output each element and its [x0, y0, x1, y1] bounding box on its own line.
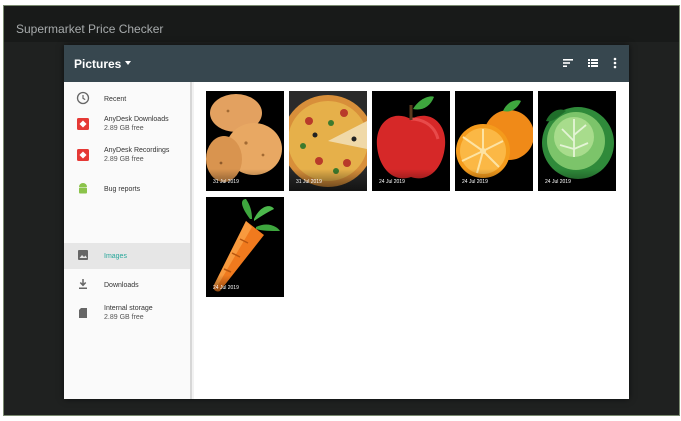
- free-space-text: 2.89 GB free: [104, 125, 144, 132]
- file-picker-dialog: Pictures Recent AnyDesk Downloads 2.89 GB: [64, 45, 629, 399]
- anydesk-icon: [77, 118, 89, 130]
- image-thumbnail-apple[interactable]: 24 Jul 2019: [372, 91, 450, 191]
- sidebar-item-label: Images: [104, 253, 127, 260]
- image-date: 24 Jul 2019: [379, 179, 405, 185]
- android-icon: [79, 183, 87, 194]
- chevron-down-icon[interactable]: [123, 58, 133, 68]
- sidebar-item-recent[interactable]: Recent: [64, 86, 190, 112]
- sidebar-item-bug-reports[interactable]: Bug reports: [64, 176, 190, 202]
- image-thumbnail-pizza[interactable]: 31 Jul 2019: [289, 91, 367, 191]
- app-title: Supermarket Price Checker: [16, 22, 164, 36]
- app-window: Supermarket Price Checker Pictures Recen…: [3, 5, 680, 416]
- sidebar-item-label: Internal storage 2.89 GB free: [104, 304, 153, 322]
- picker-toolbar: Pictures: [64, 45, 629, 82]
- sidebar-item-title: AnyDesk Recordings: [104, 147, 170, 154]
- folder-title[interactable]: Pictures: [74, 57, 121, 71]
- sidebar-item-internal-storage[interactable]: Internal storage 2.89 GB free: [64, 301, 190, 327]
- image-icon: [78, 250, 88, 260]
- sidebar-item-label: AnyDesk Recordings 2.89 GB free: [104, 146, 169, 164]
- image-date: 31 Jul 2019: [296, 179, 322, 185]
- free-space-text: 2.89 GB free: [104, 314, 144, 321]
- clock-icon: [76, 91, 90, 105]
- image-grid: 31 Jul 2019 31 Jul 2019 24 Jul 2019 24 J…: [194, 82, 629, 399]
- image-date: 31 Jul 2019: [213, 179, 239, 185]
- sidebar-item-title: Internal storage: [104, 305, 153, 312]
- image-thumbnail-cabbage[interactable]: 24 Jul 2019: [538, 91, 616, 191]
- sd-card-icon: [79, 308, 87, 318]
- sidebar-item-images[interactable]: Images: [64, 243, 190, 269]
- roots-sidebar: Recent AnyDesk Downloads 2.89 GB free Any…: [64, 82, 192, 399]
- sidebar-item-anydesk-downloads[interactable]: AnyDesk Downloads 2.89 GB free: [64, 112, 190, 138]
- image-date: 24 Jul 2019: [545, 179, 571, 185]
- image-date: 24 Jul 2019: [213, 285, 239, 291]
- sidebar-item-label: AnyDesk Downloads 2.89 GB free: [104, 115, 169, 133]
- free-space-text: 2.89 GB free: [104, 156, 144, 163]
- sidebar-item-title: AnyDesk Downloads: [104, 116, 169, 123]
- anydesk-icon: [77, 149, 89, 161]
- image-thumbnail-carrot[interactable]: 24 Jul 2019: [206, 197, 284, 297]
- image-thumbnail-orange[interactable]: 24 Jul 2019: [455, 91, 533, 191]
- list-view-icon[interactable]: [585, 55, 601, 71]
- sort-icon[interactable]: [560, 55, 576, 71]
- image-date: 24 Jul 2019: [462, 179, 488, 185]
- sidebar-item-label: Bug reports: [104, 186, 141, 193]
- image-thumbnail-potato[interactable]: 31 Jul 2019: [206, 91, 284, 191]
- sidebar-item-label: Recent: [104, 96, 127, 103]
- more-options-icon[interactable]: [607, 55, 623, 71]
- download-icon: [79, 279, 87, 289]
- sidebar-item-downloads[interactable]: Downloads: [64, 272, 190, 298]
- sidebar-item-anydesk-recordings[interactable]: AnyDesk Recordings 2.89 GB free: [64, 143, 190, 169]
- sidebar-item-label: Downloads: [104, 282, 139, 289]
